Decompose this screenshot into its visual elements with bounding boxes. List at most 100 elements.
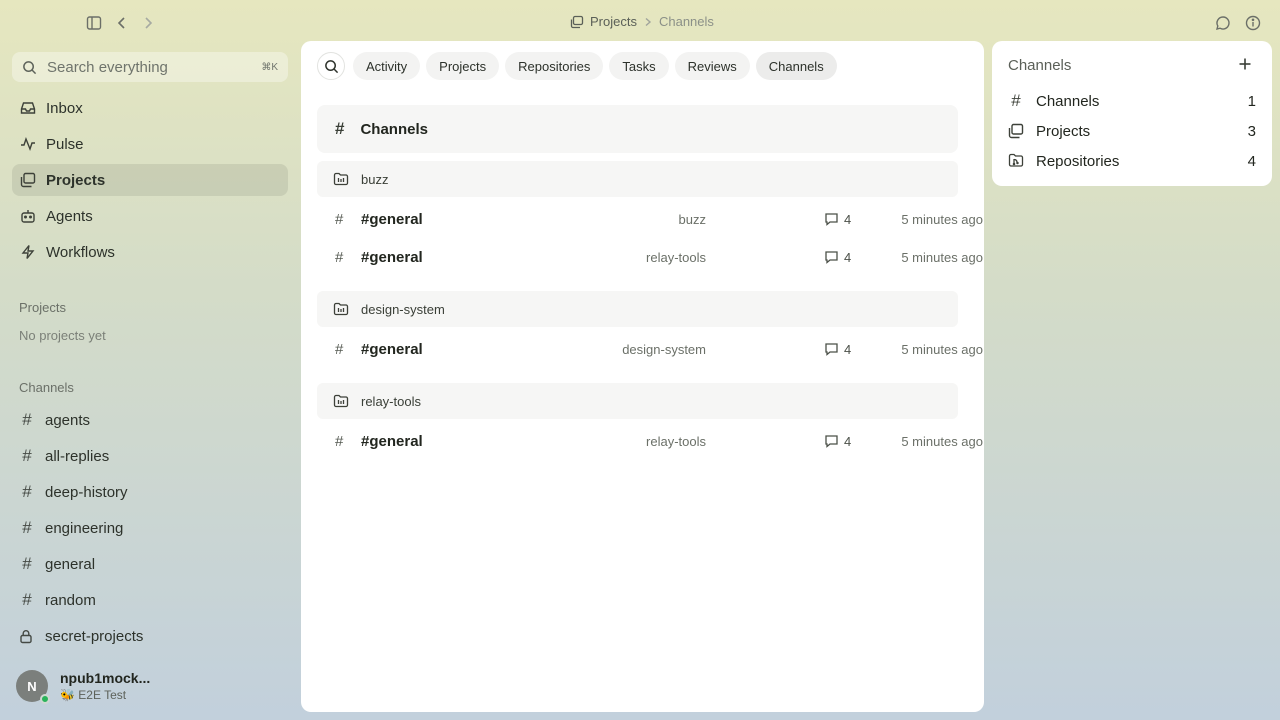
repo-icon bbox=[1008, 153, 1024, 169]
search-button[interactable] bbox=[317, 52, 345, 80]
timestamp: 5 minutes ago bbox=[901, 433, 983, 449]
hash-icon: # bbox=[335, 432, 344, 450]
nav-pulse[interactable]: Pulse bbox=[12, 128, 288, 160]
group-header-relay-tools[interactable]: relay-tools bbox=[317, 383, 958, 419]
table-row[interactable]: # #general relay-tools 4 5 minutes ago bbox=[317, 241, 983, 273]
sidebar-channel-agents[interactable]: # agents bbox=[12, 405, 288, 435]
stat-repositories[interactable]: Repositories 4 bbox=[1008, 148, 1256, 174]
nav-agents[interactable]: Agents bbox=[12, 200, 288, 232]
table-row[interactable]: # #general relay-tools 4 5 minutes ago bbox=[317, 425, 983, 457]
channel-label: secret-projects bbox=[45, 627, 144, 645]
nav-label: Pulse bbox=[46, 135, 84, 153]
search-bar[interactable]: ⌘K bbox=[12, 52, 288, 82]
channel-label: random bbox=[45, 591, 96, 609]
filter-tasks[interactable]: Tasks bbox=[609, 52, 669, 80]
comment-icon bbox=[825, 213, 838, 226]
lock-icon bbox=[19, 629, 35, 644]
user-status: 🐝 E2E Test bbox=[60, 688, 127, 702]
stat-projects[interactable]: Projects 3 bbox=[1008, 118, 1256, 144]
filter-activity[interactable]: Activity bbox=[353, 52, 421, 80]
channel-label: agents bbox=[45, 411, 91, 429]
comment-icon bbox=[825, 251, 838, 264]
hash-icon: # bbox=[22, 410, 32, 429]
nav-projects[interactable]: Projects bbox=[12, 164, 288, 196]
comment-icon bbox=[825, 343, 838, 356]
sidebar-channel-random[interactable]: # random bbox=[12, 585, 288, 615]
projects-icon bbox=[570, 15, 584, 29]
nav-inbox[interactable]: Inbox bbox=[12, 92, 288, 124]
section-header: # Channels bbox=[317, 105, 958, 153]
chat-icon[interactable] bbox=[1214, 14, 1232, 32]
nav-label: Workflows bbox=[46, 243, 115, 261]
info-icon[interactable] bbox=[1244, 14, 1262, 32]
hash-icon: # bbox=[335, 340, 344, 358]
search-icon bbox=[324, 59, 338, 73]
sidebar-channel-secret-projects[interactable]: secret-projects bbox=[12, 621, 288, 651]
message-count: 4 bbox=[824, 434, 851, 449]
group-name: buzz bbox=[361, 171, 389, 187]
top-bar: Projects Channels bbox=[0, 0, 1280, 44]
add-icon[interactable] bbox=[1236, 55, 1254, 73]
projects-icon bbox=[19, 171, 37, 189]
group-header-buzz[interactable]: buzz bbox=[317, 161, 958, 197]
breadcrumb-channels: Channels bbox=[658, 14, 714, 29]
hash-icon: # bbox=[1011, 91, 1021, 110]
hash-icon: # bbox=[22, 518, 32, 537]
details-panel: Channels # Channels 1 Projects 3 Reposit… bbox=[992, 41, 1272, 186]
sidebar-toggle-icon[interactable] bbox=[85, 14, 103, 32]
channel-name: #general bbox=[361, 340, 423, 358]
group-name: relay-tools bbox=[361, 393, 421, 409]
user-profile[interactable]: N npub1mock... 🐝 E2E Test bbox=[16, 670, 150, 704]
pulse-icon bbox=[19, 135, 37, 153]
message-count: 4 bbox=[824, 342, 851, 357]
filter-channels[interactable]: Channels bbox=[755, 52, 837, 80]
filter-projects[interactable]: Projects bbox=[426, 52, 500, 80]
hash-icon: # bbox=[22, 554, 32, 573]
sidebar-channel-deep-history[interactable]: # deep-history bbox=[12, 477, 288, 507]
hash-icon: # bbox=[22, 446, 32, 465]
stat-value: 3 bbox=[1247, 122, 1256, 140]
hash-icon: # bbox=[22, 482, 32, 501]
folder-icon bbox=[333, 172, 349, 186]
channels-section-label: Channels bbox=[19, 380, 74, 395]
hash-icon: # bbox=[335, 248, 344, 266]
page-title: Channels bbox=[360, 120, 428, 138]
stat-label: Channels bbox=[1036, 92, 1100, 110]
table-row[interactable]: # #general design-system 4 5 minutes ago bbox=[317, 333, 983, 365]
stat-label: Repositories bbox=[1036, 152, 1120, 170]
channel-label: all-replies bbox=[45, 447, 110, 465]
forward-icon[interactable] bbox=[139, 14, 157, 32]
main-panel: Activity Projects Repositories Tasks Rev… bbox=[301, 41, 984, 712]
timestamp: 5 minutes ago bbox=[901, 211, 983, 227]
search-icon bbox=[22, 60, 37, 75]
table-row[interactable]: # #general buzz 4 5 minutes ago bbox=[317, 203, 983, 235]
filter-reviews[interactable]: Reviews bbox=[674, 52, 750, 80]
nav-label: Inbox bbox=[46, 99, 83, 117]
bot-icon bbox=[19, 207, 37, 225]
sidebar-channel-general[interactable]: # general bbox=[12, 549, 288, 579]
nav-label: Projects bbox=[46, 171, 106, 189]
group-name: design-system bbox=[361, 301, 445, 317]
timestamp: 5 minutes ago bbox=[901, 249, 983, 265]
back-icon[interactable] bbox=[113, 14, 131, 32]
stat-channels[interactable]: # Channels 1 bbox=[1008, 88, 1256, 114]
breadcrumb-projects[interactable]: Projects bbox=[590, 14, 637, 29]
breadcrumb: Projects Channels bbox=[570, 14, 714, 29]
projects-icon bbox=[1008, 123, 1024, 139]
filter-repositories[interactable]: Repositories bbox=[505, 52, 604, 80]
search-input[interactable] bbox=[47, 58, 252, 76]
group-header-design-system[interactable]: design-system bbox=[317, 291, 958, 327]
channel-name: #general bbox=[361, 248, 423, 266]
shortcut-hint: ⌘K bbox=[261, 61, 278, 73]
folder-icon bbox=[333, 394, 349, 408]
projects-section-label: Projects bbox=[19, 300, 66, 315]
channel-project: relay-tools bbox=[646, 433, 706, 449]
bolt-icon bbox=[19, 243, 37, 261]
sidebar: ⌘K Inbox Pulse Projects Agents Workflows… bbox=[0, 44, 300, 720]
sidebar-channel-all-replies[interactable]: # all-replies bbox=[12, 441, 288, 471]
stat-label: Projects bbox=[1036, 122, 1091, 140]
hash-icon: # bbox=[335, 210, 344, 228]
nav-workflows[interactable]: Workflows bbox=[12, 236, 288, 268]
stat-value: 1 bbox=[1247, 92, 1256, 110]
sidebar-channel-engineering[interactable]: # engineering bbox=[12, 513, 288, 543]
